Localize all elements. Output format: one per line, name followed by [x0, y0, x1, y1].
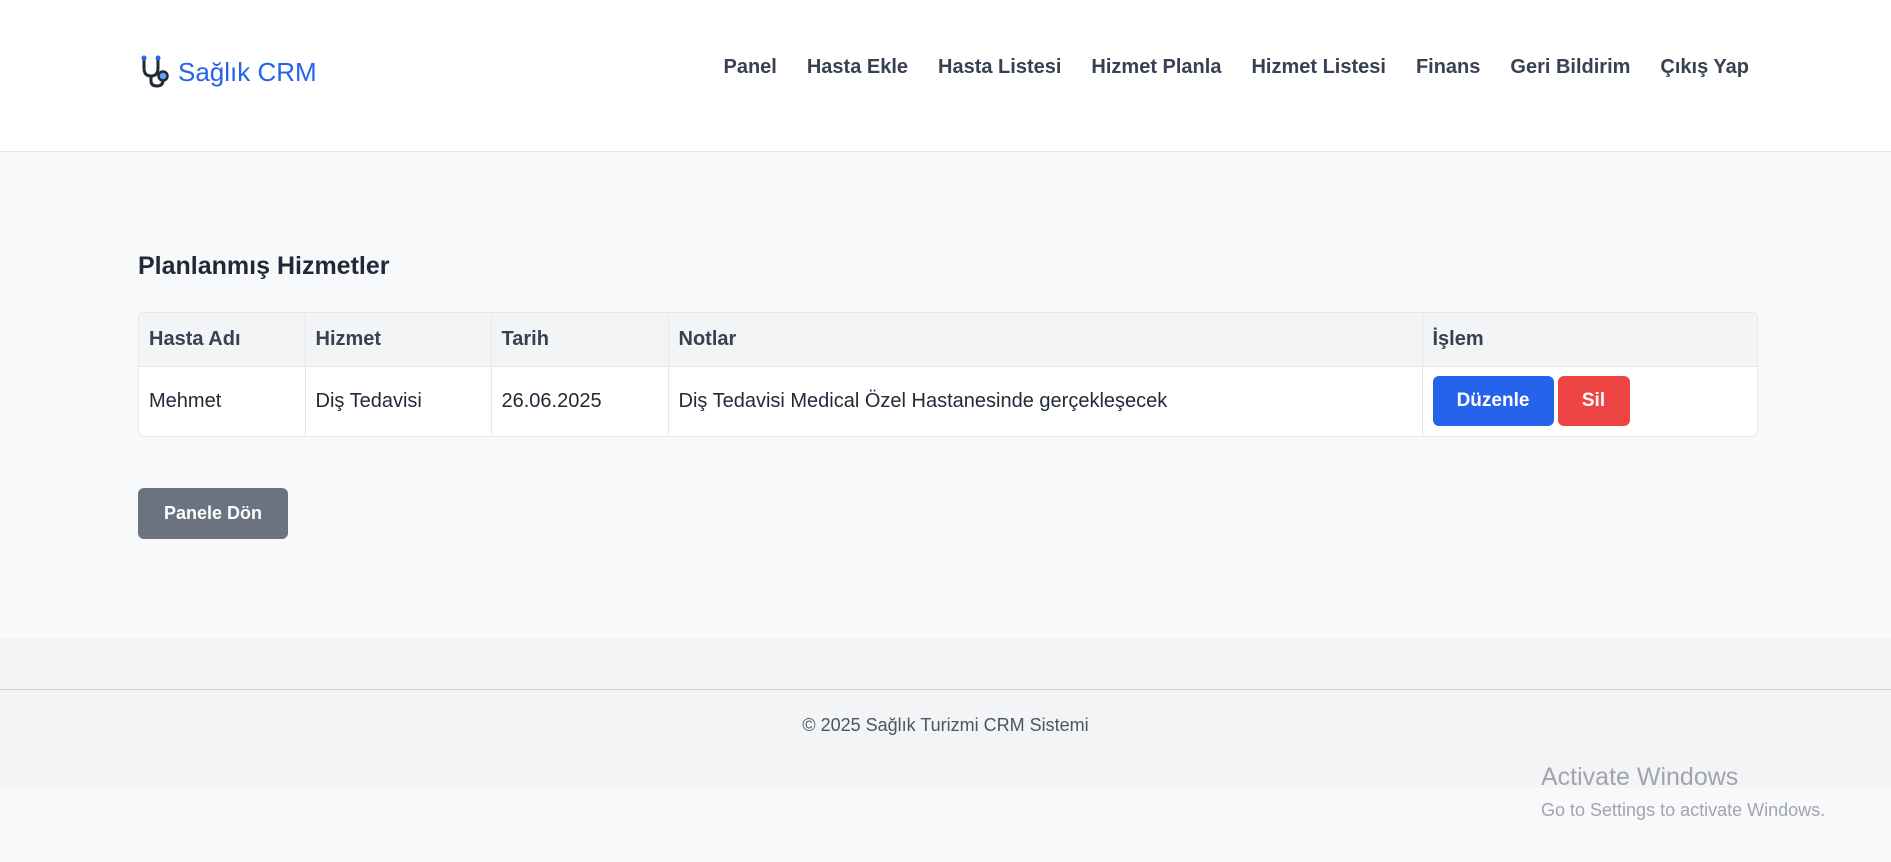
- header-date: Tarih: [491, 313, 669, 367]
- cell-patient-name: Mehmet: [139, 366, 306, 436]
- header-actions: İşlem: [1422, 313, 1757, 367]
- header-service: Hizmet: [305, 313, 492, 367]
- nav-item-hasta-listesi[interactable]: Hasta Listesi: [938, 56, 1061, 79]
- brand-name: Sağlık CRM: [178, 56, 317, 87]
- nav-item-cikis-yap[interactable]: Çıkış Yap: [1660, 56, 1749, 79]
- cell-actions: Düzenle Sil: [1422, 366, 1757, 436]
- header-patient-name: Hasta Adı: [139, 313, 306, 367]
- activate-windows-watermark: Activate Windows Go to Settings to activ…: [1541, 763, 1825, 821]
- watermark-subtitle: Go to Settings to activate Windows.: [1541, 800, 1826, 820]
- table-header-row: Hasta Adı Hizmet Tarih Notlar İşlem: [139, 313, 1757, 367]
- brand-link[interactable]: Sağlık CRM: [138, 52, 317, 92]
- services-table: Hasta Adı Hizmet Tarih Notlar İşlem Mehm…: [138, 312, 1758, 437]
- back-to-panel-button[interactable]: Panele Dön: [138, 488, 288, 539]
- cell-service: Diş Tedavisi: [305, 366, 492, 436]
- footer-divider: [0, 689, 1891, 690]
- header-notes: Notlar: [668, 313, 1423, 367]
- delete-button[interactable]: Sil: [1557, 376, 1630, 427]
- table-row: Mehmet Diş Tedavisi 26.06.2025 Diş Tedav…: [139, 366, 1757, 436]
- nav-item-geri-bildirim[interactable]: Geri Bildirim: [1510, 56, 1630, 79]
- nav-item-hizmet-listesi[interactable]: Hizmet Listesi: [1251, 56, 1385, 79]
- edit-button[interactable]: Düzenle: [1432, 376, 1554, 427]
- nav-item-hasta-ekle[interactable]: Hasta Ekle: [807, 56, 908, 79]
- navbar: Sağlık CRM Panel Hasta Ekle Hasta Listes…: [0, 0, 1891, 152]
- watermark-title: Activate Windows: [1541, 763, 1739, 791]
- footer-copyright: © 2025 Sağlık Turizmi CRM Sistemi: [802, 715, 1089, 735]
- nav-item-panel[interactable]: Panel: [723, 56, 776, 79]
- nav-item-hizmet-planla[interactable]: Hizmet Planla: [1091, 56, 1221, 79]
- nav-menu: Panel Hasta Ekle Hasta Listesi Hizmet Pl…: [723, 56, 1749, 79]
- nav-item-finans[interactable]: Finans: [1416, 56, 1480, 79]
- stethoscope-icon: [138, 54, 170, 90]
- page-title: Planlanmış Hizmetler: [138, 252, 390, 280]
- cell-notes: Diş Tedavisi Medical Özel Hastanesinde g…: [668, 366, 1423, 436]
- cell-date: 26.06.2025: [491, 366, 669, 436]
